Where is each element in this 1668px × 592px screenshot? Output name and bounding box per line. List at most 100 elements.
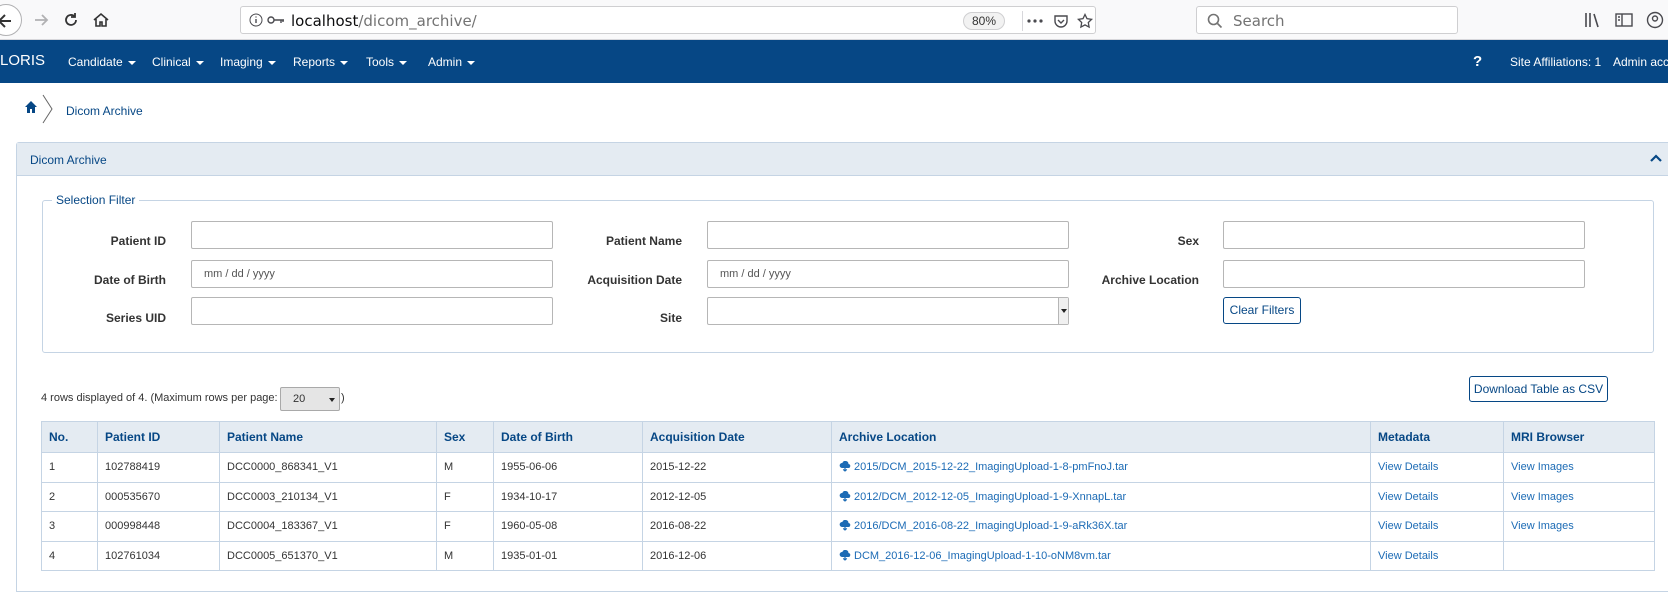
menu-reports[interactable]: Reports bbox=[293, 55, 349, 69]
clear-filters-button[interactable]: Clear Filters bbox=[1223, 297, 1301, 324]
cell-dob: 1935-01-01 bbox=[493, 540, 643, 571]
panel-title: Dicom Archive bbox=[30, 153, 107, 167]
col-patient-id[interactable]: Patient ID bbox=[97, 421, 220, 453]
breadcrumb: Dicom Archive bbox=[0, 90, 1668, 132]
search-icon bbox=[1207, 13, 1223, 29]
archive-link-text: 2016/DCM_2016-08-22_ImagingUpload-1-9-aR… bbox=[854, 520, 1128, 533]
cell-acquisition-date: 2015-12-22 bbox=[642, 452, 832, 483]
caret-down-icon bbox=[267, 60, 276, 65]
url-divider bbox=[1022, 11, 1023, 31]
menu-admin[interactable]: Admin bbox=[428, 55, 476, 69]
url-host: localhost bbox=[291, 12, 359, 30]
col-sex[interactable]: Sex bbox=[436, 421, 494, 453]
col-patient-name[interactable]: Patient Name bbox=[219, 421, 437, 453]
caret-down-icon bbox=[340, 60, 349, 65]
cloud-download-icon bbox=[839, 549, 851, 561]
more-actions-icon[interactable] bbox=[1025, 11, 1045, 31]
cell-metadata: View Details bbox=[1370, 452, 1504, 483]
chevron-up-icon[interactable] bbox=[1650, 153, 1662, 163]
library-icon[interactable] bbox=[1582, 9, 1604, 31]
reload-button[interactable] bbox=[58, 7, 84, 33]
download-csv-button[interactable]: Download Table as CSV bbox=[1469, 376, 1608, 402]
view-images-link[interactable]: View Images bbox=[1511, 461, 1574, 473]
zoom-indicator[interactable]: 80% bbox=[962, 12, 1005, 30]
main-navbar: LORIS Candidate Clinical Imaging Reports… bbox=[0, 40, 1668, 83]
forward-button[interactable] bbox=[28, 7, 54, 33]
menu-imaging[interactable]: Imaging bbox=[220, 55, 276, 69]
panel-header[interactable]: Dicom Archive bbox=[17, 143, 1668, 176]
cell-patient-id: 000535670 bbox=[97, 481, 220, 512]
caret-down-icon bbox=[127, 60, 136, 65]
table-row: 3 000998448 DCC0004_183367_V1 F 1960-05-… bbox=[41, 511, 1655, 542]
view-details-link[interactable]: View Details bbox=[1378, 461, 1438, 473]
menu-tools[interactable]: Tools bbox=[366, 55, 408, 69]
search-bar[interactable]: Search bbox=[1196, 6, 1458, 34]
label-patient-name: Patient Name bbox=[605, 234, 682, 248]
breadcrumb-current[interactable]: Dicom Archive bbox=[66, 104, 143, 118]
max-rows-select[interactable]: 20 bbox=[280, 387, 340, 411]
cell-patient-name: DCC0005_651370_V1 bbox=[219, 540, 437, 571]
table-header-row: No. Patient ID Patient Name Sex Date of … bbox=[41, 421, 1655, 453]
cell-patient-id: 000998448 bbox=[97, 511, 220, 542]
sex-input[interactable] bbox=[1223, 221, 1585, 249]
archive-download-link[interactable]: 2016/DCM_2016-08-22_ImagingUpload-1-9-aR… bbox=[839, 520, 1127, 532]
home-button[interactable] bbox=[88, 7, 114, 33]
archive-download-link[interactable]: 2012/DCM_2012-12-05_ImagingUpload-1-9-Xn… bbox=[839, 490, 1126, 503]
col-archive-location[interactable]: Archive Location bbox=[831, 421, 1371, 453]
view-details-link[interactable]: View Details bbox=[1378, 550, 1438, 562]
cell-no: 2 bbox=[41, 481, 98, 512]
col-acquisition-date[interactable]: Acquisition Date bbox=[642, 421, 832, 453]
view-details-link[interactable]: View Details bbox=[1378, 491, 1438, 503]
archive-download-link[interactable]: DCM_2016-12-06_ImagingUpload-1-10-oNM8vm… bbox=[839, 549, 1111, 562]
archive-location-input[interactable] bbox=[1223, 260, 1585, 288]
archive-download-link[interactable]: 2015/DCM_2015-12-22_ImagingUpload-1-8-pm… bbox=[839, 461, 1128, 473]
site-select[interactable] bbox=[707, 297, 1069, 325]
info-icon[interactable] bbox=[249, 13, 263, 27]
account-icon[interactable] bbox=[1644, 9, 1666, 31]
patient-id-input[interactable] bbox=[191, 221, 553, 249]
cell-sex: M bbox=[436, 540, 494, 571]
max-rows-value: 20 bbox=[293, 393, 306, 405]
select-arrow[interactable] bbox=[1058, 298, 1068, 324]
bookmark-star-icon[interactable] bbox=[1075, 11, 1095, 31]
view-details-link[interactable]: View Details bbox=[1378, 520, 1438, 532]
sidebar-icon[interactable] bbox=[1613, 9, 1635, 31]
cell-sex: F bbox=[436, 511, 494, 542]
menu-candidate[interactable]: Candidate bbox=[68, 55, 136, 69]
caret-down-icon bbox=[195, 60, 204, 65]
cloud-download-icon bbox=[839, 490, 851, 502]
loris-brand[interactable]: LORIS bbox=[0, 52, 45, 69]
col-metadata[interactable]: Metadata bbox=[1370, 421, 1504, 453]
col-no[interactable]: No. bbox=[41, 421, 98, 453]
menu-clinical[interactable]: Clinical bbox=[152, 55, 204, 69]
help-button[interactable]: ? bbox=[1473, 53, 1482, 70]
col-mri-browser[interactable]: MRI Browser bbox=[1503, 421, 1655, 453]
cell-patient-name: DCC0000_868341_V1 bbox=[219, 452, 437, 483]
label-sex: Sex bbox=[1177, 234, 1199, 248]
url-text[interactable]: localhost/dicom_archive/ bbox=[291, 12, 477, 30]
cell-acquisition-date: 2012-12-05 bbox=[642, 481, 832, 512]
dicom-archive-table: No. Patient ID Patient Name Sex Date of … bbox=[41, 421, 1655, 571]
cell-mri-browser: View Images bbox=[1503, 481, 1655, 512]
caret-down-icon bbox=[329, 398, 335, 402]
back-button[interactable] bbox=[0, 4, 22, 36]
browser-toolbar: localhost/dicom_archive/ 80% Search bbox=[0, 0, 1668, 40]
cell-dob: 1960-05-08 bbox=[493, 511, 643, 542]
caret-down-icon bbox=[1060, 309, 1067, 313]
view-images-link[interactable]: View Images bbox=[1511, 520, 1574, 532]
view-images-link[interactable]: View Images bbox=[1511, 491, 1574, 503]
reload-icon bbox=[65, 13, 77, 26]
acquisition-date-input[interactable]: mm / dd / yyyy bbox=[707, 260, 1069, 288]
col-dob[interactable]: Date of Birth bbox=[493, 421, 643, 453]
dob-input[interactable]: mm / dd / yyyy bbox=[191, 260, 553, 288]
user-menu[interactable]: Admin acco bbox=[1613, 55, 1668, 69]
breadcrumb-separator-icon bbox=[42, 94, 53, 124]
patient-name-input[interactable] bbox=[707, 221, 1069, 249]
site-affiliations[interactable]: Site Affiliations: 1 bbox=[1510, 55, 1601, 69]
key-icon[interactable] bbox=[267, 14, 285, 26]
label-patient-id: Patient ID bbox=[110, 234, 166, 248]
pocket-icon[interactable] bbox=[1051, 11, 1071, 31]
breadcrumb-home-icon[interactable] bbox=[24, 100, 38, 114]
series-uid-input[interactable] bbox=[191, 297, 553, 325]
url-bar[interactable]: localhost/dicom_archive/ 80% bbox=[240, 6, 1096, 34]
